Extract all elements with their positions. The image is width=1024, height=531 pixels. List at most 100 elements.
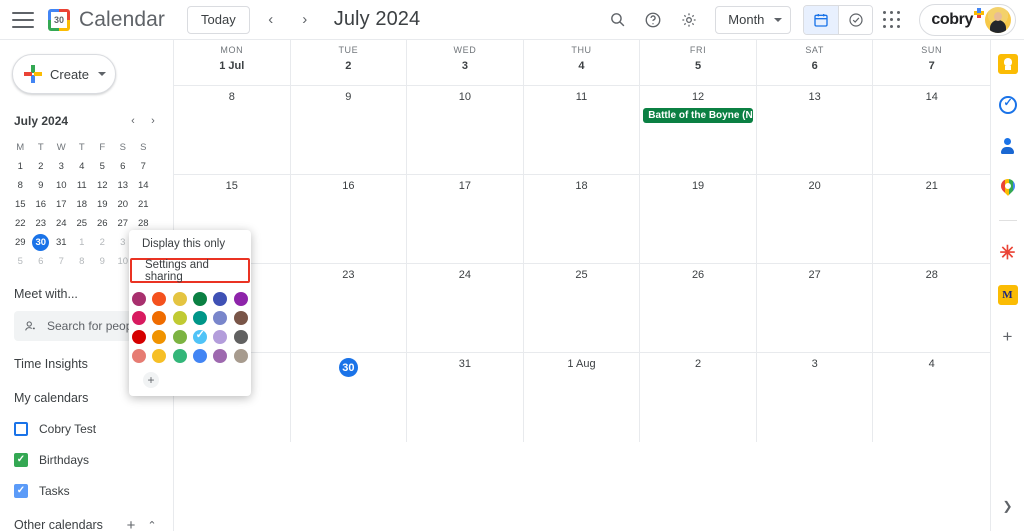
calendar-view-toggle[interactable] (804, 5, 839, 34)
day-number[interactable]: 2 (695, 358, 701, 370)
color-swatch[interactable] (233, 330, 248, 344)
day-cell[interactable]: 27 (757, 264, 874, 352)
mini-calendar-day[interactable]: 7 (51, 252, 72, 271)
day-cell[interactable]: 20 (757, 175, 874, 263)
mini-calendar-day[interactable]: 1 (72, 233, 93, 252)
day-cell[interactable]: 25 (524, 264, 641, 352)
mini-calendar-day[interactable]: 13 (113, 176, 134, 195)
mini-calendar-day[interactable]: 1 (10, 157, 31, 176)
day-number[interactable]: 12 (692, 91, 704, 103)
day-number[interactable]: 1 Aug (567, 358, 595, 370)
mini-calendar-day[interactable]: 10 (51, 176, 72, 195)
day-number[interactable]: 25 (575, 269, 587, 281)
mini-calendar-day[interactable]: 2 (92, 233, 113, 252)
color-swatch[interactable] (132, 349, 147, 363)
day-cell[interactable]: 14 (873, 86, 990, 174)
day-number[interactable]: 19 (692, 180, 704, 192)
day-header-number[interactable]: 4 (578, 60, 584, 72)
chevron-right-icon[interactable]: ❯ (1002, 499, 1012, 513)
mini-calendar-day[interactable]: 9 (31, 176, 52, 195)
create-button[interactable]: Create (12, 54, 116, 94)
day-header-number[interactable]: 7 (929, 60, 935, 72)
google-contacts-icon[interactable] (998, 136, 1018, 156)
mini-calendar-day[interactable]: 8 (72, 252, 93, 271)
color-swatch[interactable] (152, 330, 167, 344)
day-cell[interactable]: 3 (757, 353, 874, 442)
day-number[interactable]: 17 (459, 180, 471, 192)
color-swatch[interactable] (193, 311, 208, 325)
add-addon-icon[interactable]: + (998, 327, 1018, 347)
day-number[interactable]: 13 (809, 91, 821, 103)
main-menu-icon[interactable] (12, 11, 34, 28)
day-cell[interactable]: 8 (174, 86, 291, 174)
day-header-number[interactable]: 3 (462, 60, 468, 72)
color-swatch[interactable] (152, 349, 167, 363)
day-header-cell[interactable]: THU 4 (523, 40, 641, 86)
mini-calendar-day[interactable]: 26 (92, 214, 113, 233)
day-number[interactable]: 14 (926, 91, 938, 103)
day-number[interactable]: 9 (345, 91, 351, 103)
color-swatch[interactable] (172, 330, 187, 344)
day-number[interactable]: 28 (926, 269, 938, 281)
mini-calendar-day[interactable]: 25 (72, 214, 93, 233)
mini-calendar-day[interactable]: 3 (51, 157, 72, 176)
tasks-view-toggle[interactable] (838, 5, 873, 34)
day-header-number[interactable]: 6 (812, 60, 818, 72)
day-header-cell[interactable]: TUE 2 (290, 40, 408, 86)
day-cell[interactable]: 23 (291, 264, 408, 352)
next-period-button[interactable]: › (292, 7, 318, 33)
calendar-checkbox[interactable] (14, 484, 28, 498)
day-cell[interactable]: 24 (407, 264, 524, 352)
color-swatch[interactable] (213, 311, 228, 325)
day-number[interactable]: 3 (812, 358, 818, 370)
color-swatch[interactable] (172, 349, 187, 363)
day-number[interactable]: 24 (459, 269, 471, 281)
day-cell[interactable]: 13 (757, 86, 874, 174)
asterisk-addon-icon[interactable]: ✳ (998, 243, 1018, 263)
mini-calendar-day[interactable]: 11 (72, 176, 93, 195)
mini-calendar-day[interactable]: 30 (31, 233, 52, 252)
mini-calendar-day[interactable]: 22 (10, 214, 31, 233)
workspace-brand-pill[interactable]: cobry (919, 3, 1016, 36)
day-number[interactable]: 21 (926, 180, 938, 192)
color-swatch[interactable] (233, 349, 248, 363)
day-number[interactable]: 10 (459, 91, 471, 103)
mini-calendar-day[interactable]: 16 (31, 195, 52, 214)
avatar[interactable] (985, 6, 1011, 33)
color-swatch[interactable] (152, 292, 167, 306)
mini-calendar-day[interactable]: 18 (72, 195, 93, 214)
day-number[interactable]: 11 (576, 91, 587, 103)
day-number[interactable]: 27 (809, 269, 821, 281)
color-swatch[interactable] (152, 311, 167, 325)
yellow-addon-icon[interactable]: M (997, 285, 1018, 305)
calendar-checkbox[interactable] (14, 422, 28, 436)
color-swatch[interactable] (213, 349, 228, 363)
day-cell[interactable]: 30 (291, 353, 408, 442)
day-header-number[interactable]: 2 (345, 60, 351, 72)
day-number[interactable]: 31 (459, 358, 471, 370)
day-cell[interactable]: 18 (524, 175, 641, 263)
mini-calendar-day[interactable]: 12 (92, 176, 113, 195)
previous-period-button[interactable]: ‹ (258, 7, 284, 33)
color-swatch[interactable] (172, 311, 187, 325)
mini-calendar-day[interactable]: 14 (133, 176, 154, 195)
day-cell[interactable]: 31 (407, 353, 524, 442)
day-header-number[interactable]: 1 Jul (219, 60, 244, 72)
chevron-up-icon[interactable]: ⌃ (141, 519, 163, 531)
color-swatch[interactable] (233, 311, 248, 325)
add-other-calendar-icon[interactable]: + (121, 517, 141, 531)
mini-calendar-day[interactable]: 31 (51, 233, 72, 252)
menu-item-settings-and-sharing[interactable]: Settings and sharing (130, 258, 250, 283)
mini-calendar-day[interactable]: 17 (51, 195, 72, 214)
add-custom-color-button[interactable]: + (143, 372, 159, 388)
today-button[interactable]: Today (187, 5, 250, 34)
day-cell[interactable]: 4 (873, 353, 990, 442)
day-number[interactable]: 4 (929, 358, 935, 370)
calendar-checkbox[interactable] (14, 453, 28, 467)
mini-calendar-day[interactable]: 19 (92, 195, 113, 214)
event-chip[interactable]: Battle of the Boyne (Northe (643, 108, 753, 123)
day-cell[interactable]: 9 (291, 86, 408, 174)
day-header-cell[interactable]: SAT 6 (756, 40, 874, 86)
day-cell[interactable]: 17 (407, 175, 524, 263)
day-cell[interactable]: 12 Battle of the Boyne (Northe (640, 86, 757, 174)
